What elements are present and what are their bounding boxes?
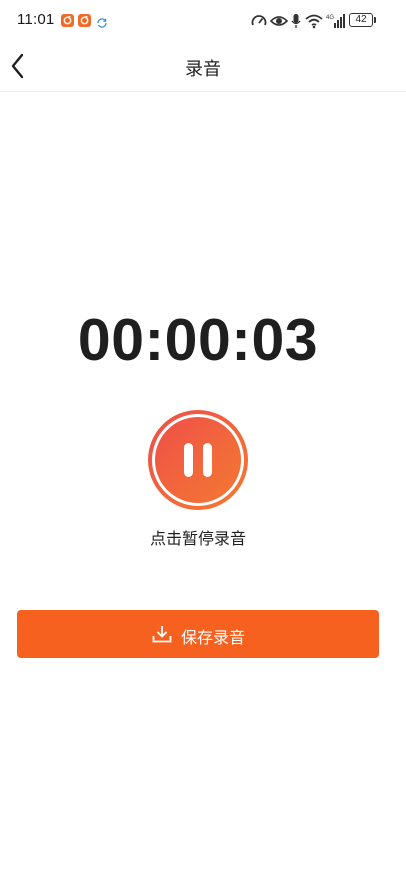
sync-icon [96, 14, 108, 28]
save-button-label: 保存录音 [181, 628, 246, 647]
pause-hint: 点击暂停录音 [149, 529, 246, 548]
page-title: 录音 [185, 59, 221, 80]
status-time: 11:01 [17, 11, 55, 28]
elapsed-timer: 00:00:03 [77, 307, 319, 373]
app-notification-icon [61, 14, 74, 27]
wifi-icon [305, 14, 323, 29]
pause-bar [203, 443, 212, 477]
battery-level: 42 [355, 14, 367, 25]
mic-icon [291, 14, 301, 28]
eye-icon [270, 16, 288, 26]
status-bar: 11:01 4G 42 [0, 0, 406, 40]
battery-tip [374, 17, 376, 23]
app-notification-icon [78, 14, 91, 27]
cell-signal-icon: 4G [326, 14, 345, 28]
battery-icon: 42 [349, 13, 373, 27]
pause-recording-button[interactable] [148, 410, 248, 510]
speed-icon [251, 15, 267, 26]
network-type: 4G [326, 15, 334, 21]
save-recording-button[interactable]: 保存录音 [17, 610, 379, 658]
pause-bar [184, 443, 193, 477]
header: 录音 [0, 40, 406, 92]
download-icon [152, 626, 172, 643]
pause-icon [148, 410, 248, 510]
